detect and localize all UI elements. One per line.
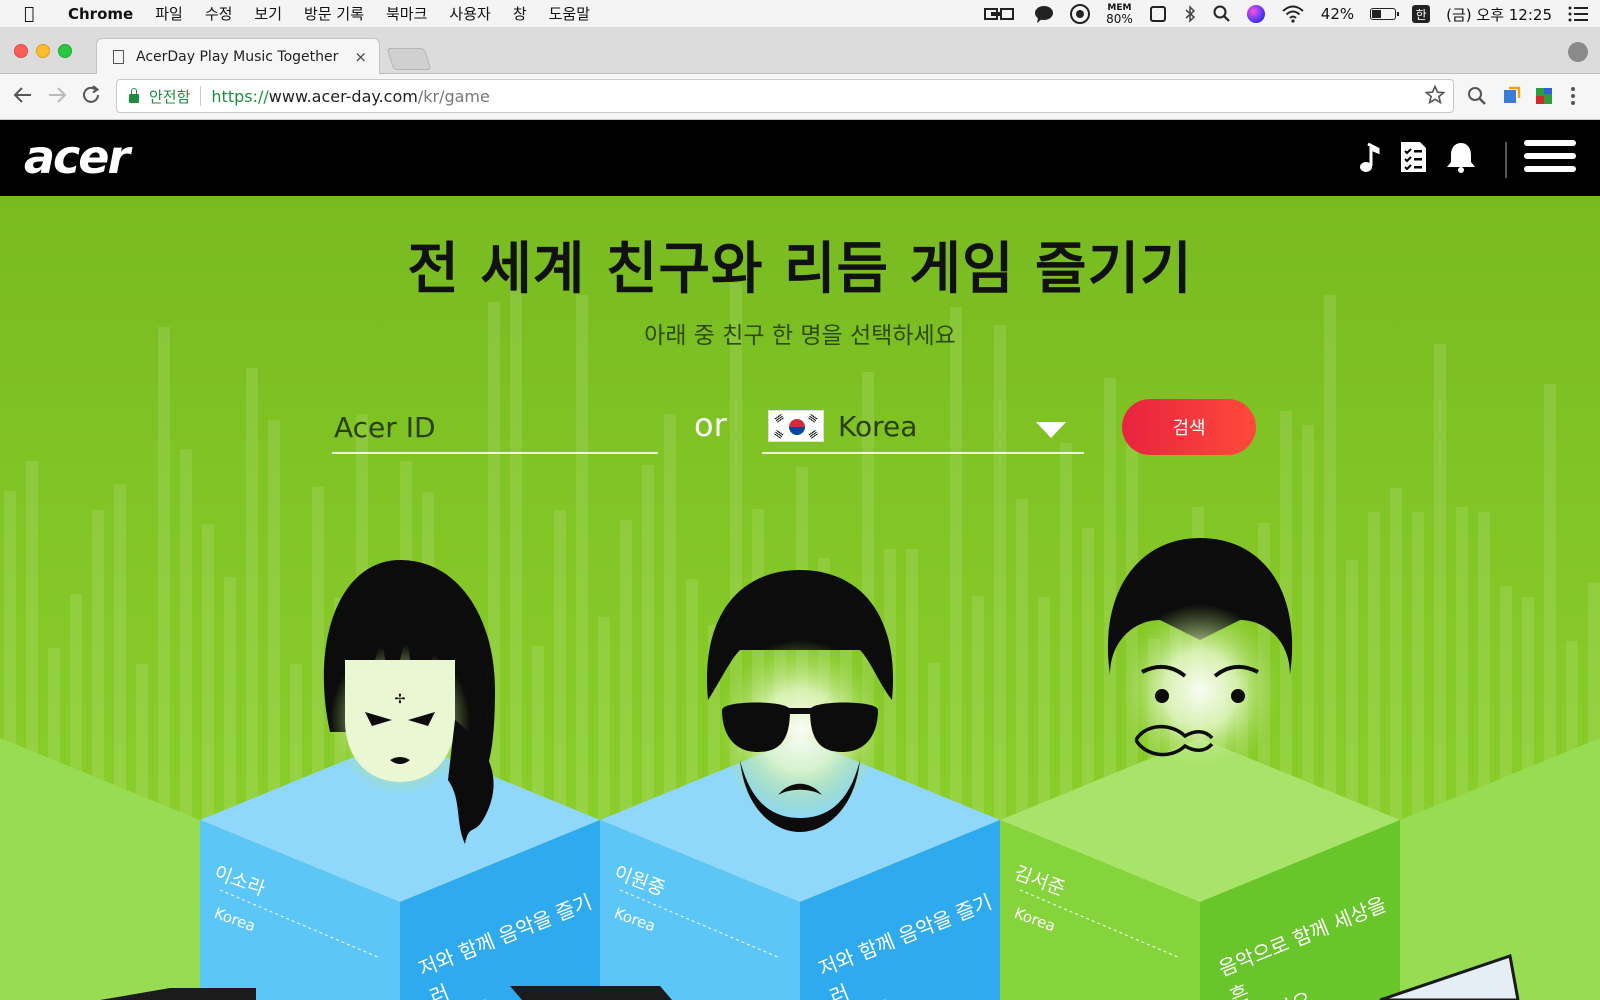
or-label: or bbox=[694, 406, 727, 444]
translate-extension-icon[interactable] bbox=[1534, 86, 1554, 106]
reload-icon[interactable] bbox=[80, 84, 102, 106]
siri-icon[interactable] bbox=[1246, 5, 1265, 23]
flag-trigram bbox=[808, 429, 818, 439]
battery-level bbox=[1372, 10, 1382, 18]
secure-label[interactable]: 안전함 bbox=[149, 86, 190, 107]
browser-toolbar: 안전함 https:// www.acer-day.com /kr/game bbox=[0, 74, 1600, 120]
display-mirroring-icon[interactable] bbox=[984, 6, 1018, 22]
bluetooth-icon[interactable] bbox=[1183, 5, 1197, 23]
notification-bell-icon[interactable] bbox=[1444, 140, 1478, 174]
checklist-icon[interactable] bbox=[1396, 140, 1430, 174]
page-icon bbox=[113, 49, 124, 64]
girl-forehead-mark: ✢ bbox=[395, 692, 406, 707]
acer-logo[interactable]: acer bbox=[24, 130, 130, 184]
menu-bookmarks[interactable]: 북마크 bbox=[386, 3, 427, 24]
eye-monitor-icon[interactable] bbox=[1070, 4, 1091, 24]
menu-edit[interactable]: 수정 bbox=[205, 3, 233, 24]
slick-right-eye bbox=[1231, 689, 1245, 703]
search-button[interactable]: 검색 bbox=[1122, 399, 1256, 455]
acerday-page: ✢ 이소라 Korea 저와 함께 음악을 즐기러 이원중 Korea 저와 함… bbox=[0, 120, 1600, 1000]
afro-glasses-bridge bbox=[786, 708, 814, 714]
menu-history[interactable]: 방문 기록 bbox=[304, 3, 364, 24]
profile-icon[interactable] bbox=[1568, 42, 1588, 62]
omnibox-divider bbox=[200, 86, 202, 106]
hamburger-line bbox=[1524, 140, 1576, 146]
korea-flag-icon bbox=[768, 410, 824, 442]
tab-acerday[interactable]: AcerDay Play Music Together × bbox=[96, 38, 380, 74]
dropdown-caret-icon[interactable] bbox=[1036, 422, 1066, 438]
memory-indicator[interactable]: MEM 80% bbox=[1106, 3, 1133, 25]
back-icon[interactable] bbox=[12, 84, 34, 106]
selected-country: Korea bbox=[838, 409, 918, 443]
clock[interactable]: (금) 오후 12:25 bbox=[1446, 4, 1552, 25]
country-select[interactable]: Korea bbox=[762, 400, 1084, 454]
zoom-window-button[interactable] bbox=[58, 44, 72, 58]
window-controls bbox=[14, 44, 72, 58]
notification-center-icon[interactable] bbox=[1568, 6, 1588, 22]
new-tab-button[interactable] bbox=[386, 48, 432, 70]
lock-icon[interactable] bbox=[129, 87, 139, 103]
address-bar[interactable]: 안전함 https:// www.acer-day.com /kr/game bbox=[116, 79, 1454, 113]
page-subtitle: 아래 중 친구 한 명을 선택하세요 bbox=[644, 323, 956, 349]
forward-icon[interactable] bbox=[46, 84, 68, 106]
character-kimseojun-avatar[interactable] bbox=[1107, 538, 1293, 776]
menu-people[interactable]: 사용자 bbox=[449, 3, 490, 24]
more-menu-icon[interactable] bbox=[1570, 86, 1576, 106]
hamburger-menu-button[interactable] bbox=[1524, 140, 1576, 178]
hamburger-line bbox=[1524, 153, 1576, 159]
close-tab-icon[interactable]: × bbox=[354, 48, 367, 66]
search-extension-icon[interactable] bbox=[1467, 86, 1487, 106]
extension-icon[interactable] bbox=[1501, 86, 1521, 106]
flag-trigram bbox=[808, 413, 818, 423]
url-scheme: https:// bbox=[211, 86, 269, 106]
menu-window[interactable]: 창 bbox=[513, 3, 527, 24]
flag-trigram bbox=[774, 429, 784, 439]
menu-file[interactable]: 파일 bbox=[155, 3, 183, 24]
slick-left-eye bbox=[1155, 689, 1169, 703]
url-path: /kr/game bbox=[417, 86, 490, 106]
flag-trigram bbox=[774, 413, 784, 423]
site-header: acer bbox=[0, 120, 1600, 196]
menu-app-name[interactable]: Chrome bbox=[68, 5, 133, 23]
flag-taegeuk bbox=[789, 419, 805, 435]
battery-icon[interactable] bbox=[1370, 8, 1400, 20]
wifi-icon[interactable] bbox=[1281, 5, 1305, 23]
header-divider bbox=[1505, 142, 1507, 178]
status-area: MEM 80% 42% 한 (금) 오후 12:25 bbox=[984, 0, 1588, 28]
music-note-icon[interactable] bbox=[1354, 140, 1388, 174]
macos-menu-bar:  Chrome 파일 수정 보기 방문 기록 북마크 사용자 창 도움말 ME… bbox=[0, 0, 1600, 28]
menu-view[interactable]: 보기 bbox=[254, 3, 282, 24]
side-prism-left bbox=[0, 738, 200, 1000]
spotlight-search-icon[interactable] bbox=[1213, 5, 1231, 23]
battery-percent: 42% bbox=[1320, 5, 1355, 23]
bookmark-star-icon[interactable] bbox=[1425, 85, 1445, 105]
tab-title: AcerDay Play Music Together bbox=[136, 48, 339, 65]
close-window-button[interactable] bbox=[14, 44, 28, 58]
acer-id-input[interactable] bbox=[332, 402, 658, 454]
messages-icon[interactable] bbox=[1034, 5, 1054, 23]
input-method-indicator[interactable]: 한 bbox=[1412, 5, 1431, 23]
page-title: 전 세계 친구와 리듬 게임 즐기기 bbox=[407, 237, 1193, 302]
apple-icon[interactable]:  bbox=[24, 4, 44, 24]
hamburger-line bbox=[1524, 166, 1576, 172]
minimize-window-button[interactable] bbox=[36, 44, 50, 58]
window-icon[interactable] bbox=[1149, 5, 1167, 23]
url-host: www.acer-day.com bbox=[268, 86, 418, 106]
tab-strip: AcerDay Play Music Together × bbox=[0, 28, 1600, 74]
menu-help[interactable]: 도움말 bbox=[549, 3, 590, 24]
